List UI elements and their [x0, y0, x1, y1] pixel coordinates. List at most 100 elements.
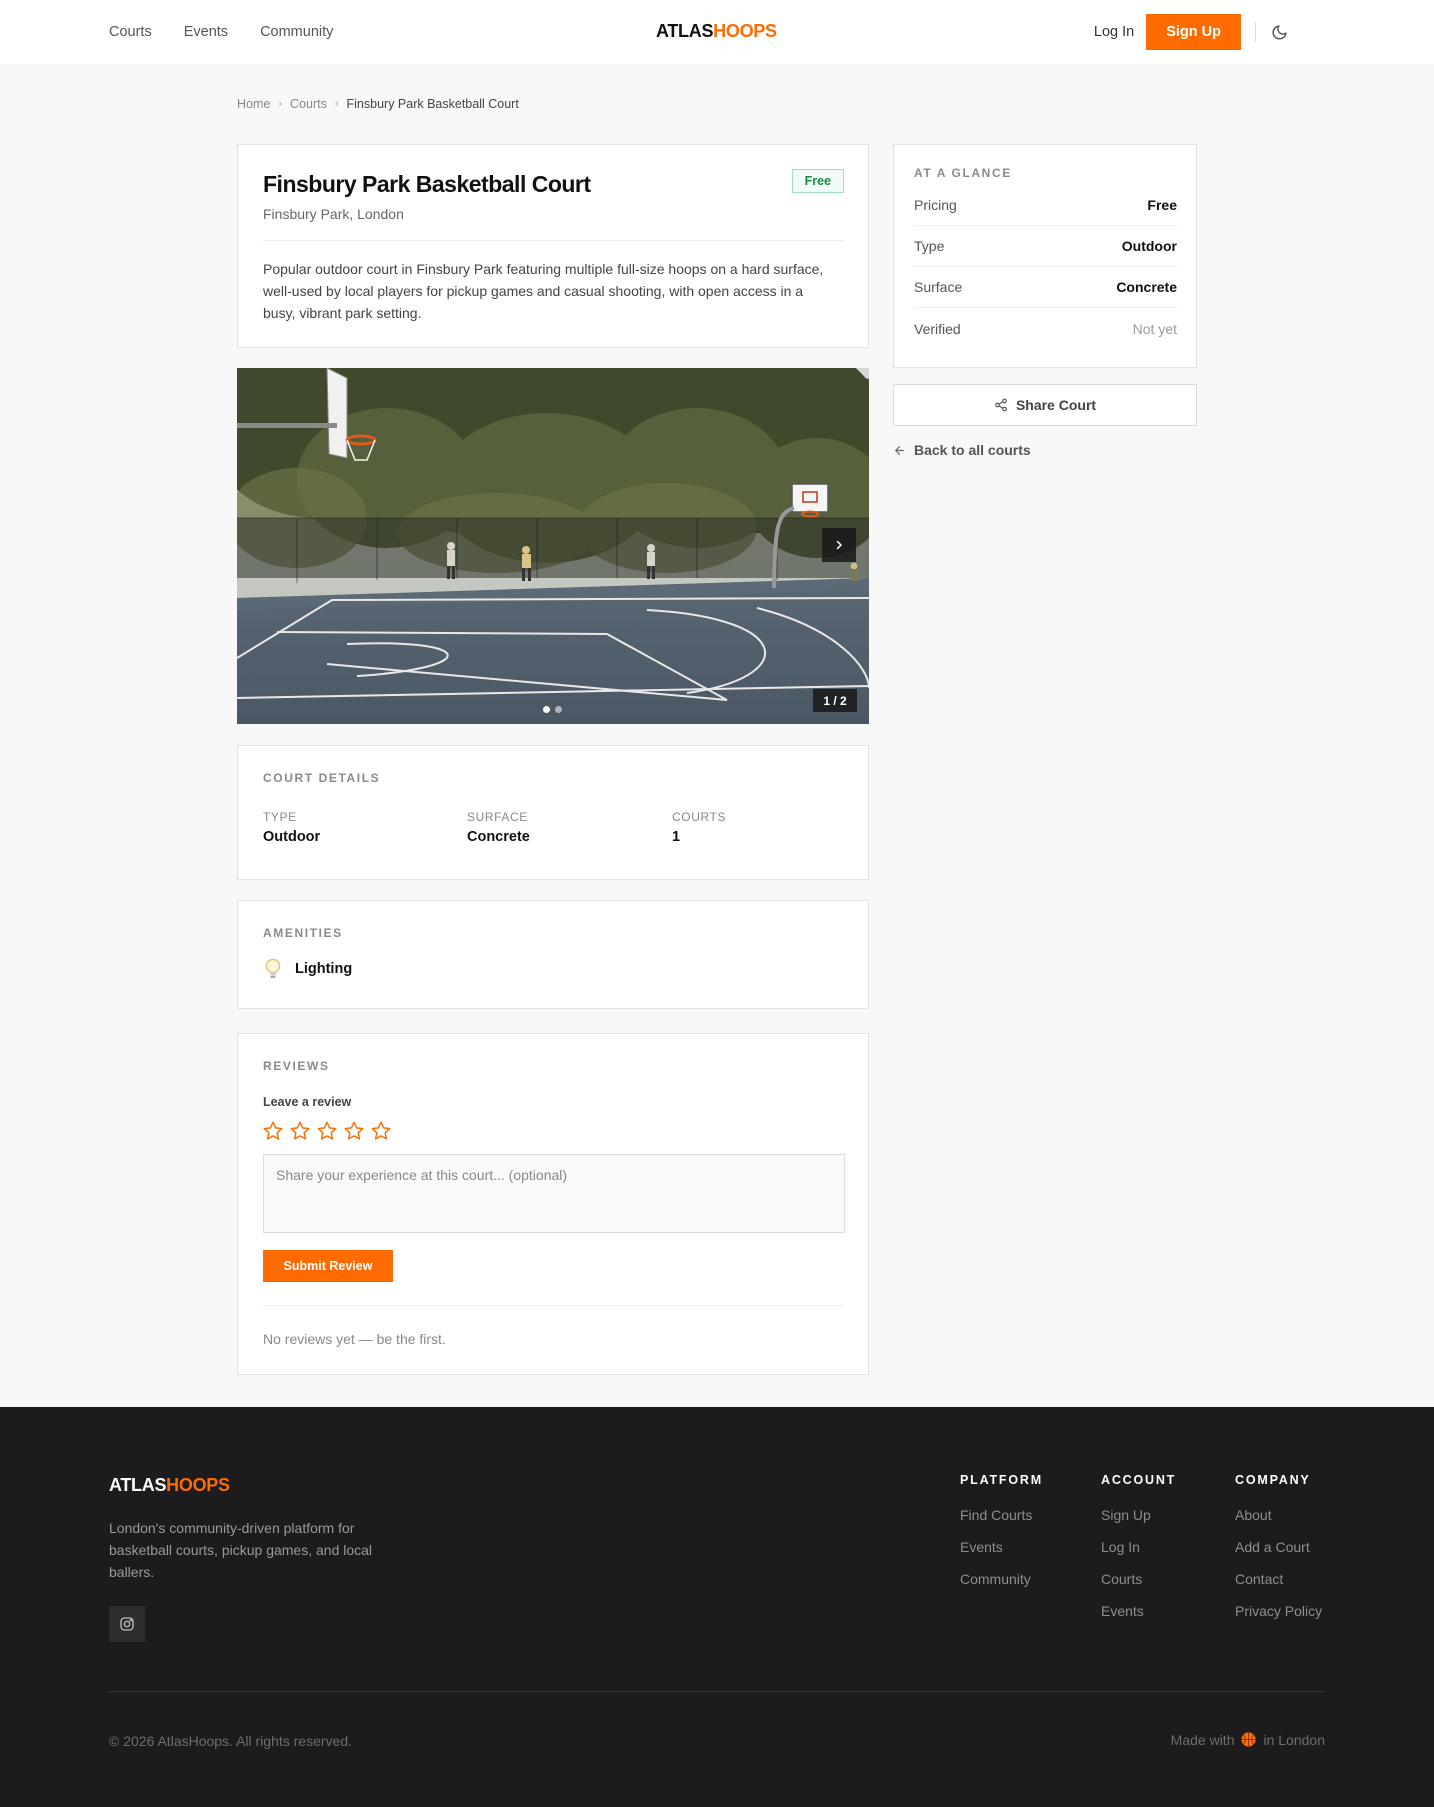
- share-court-button[interactable]: Share Court: [893, 384, 1197, 426]
- logo-text-hoops: HOOPS: [713, 21, 777, 41]
- instagram-icon[interactable]: [109, 1606, 145, 1642]
- logo-text-hoops: HOOPS: [166, 1475, 230, 1495]
- header-divider: [1255, 22, 1256, 42]
- glance-row-surface: Surface Concrete: [914, 267, 1177, 308]
- footer-link[interactable]: Courts: [1101, 1571, 1176, 1587]
- basketball-icon: [1241, 1732, 1257, 1747]
- section-title: REVIEWS: [263, 1059, 330, 1073]
- glance-key: Surface: [914, 279, 963, 295]
- submit-review-button[interactable]: Submit Review: [263, 1250, 393, 1282]
- chevron-right-icon: ›: [278, 98, 283, 110]
- glance-row-verified: Verified Not yet: [914, 308, 1177, 349]
- breadcrumb-home[interactable]: Home: [237, 97, 270, 111]
- made-in-london: Made with in London: [1171, 1731, 1325, 1748]
- star-icon-2[interactable]: [289, 1120, 311, 1142]
- chevron-right-icon: ›: [334, 98, 339, 110]
- breadcrumb-current: Finsbury Park Basketball Court: [346, 97, 519, 111]
- footer-col-company: COMPANY About Add a Court Contact Privac…: [1235, 1473, 1322, 1635]
- footer-link[interactable]: Contact: [1235, 1571, 1322, 1587]
- glance-value: Outdoor: [1121, 238, 1177, 254]
- footer-link[interactable]: Privacy Policy: [1235, 1603, 1322, 1619]
- detail-value: Outdoor: [263, 829, 321, 845]
- section-title: AT A GLANCE: [914, 166, 1012, 180]
- pricing-badge: Free: [791, 169, 844, 193]
- footer-col-title: PLATFORM: [960, 1473, 1043, 1487]
- glance-value: Concrete: [1116, 279, 1177, 295]
- back-label: Back to all courts: [914, 442, 1031, 458]
- footer-link[interactable]: Add a Court: [1235, 1539, 1322, 1555]
- footer-link[interactable]: Events: [960, 1539, 1043, 1555]
- footer-link[interactable]: Sign Up: [1101, 1507, 1176, 1523]
- logo-text-atlas: ATLAS: [109, 1475, 167, 1495]
- glance-row-pricing: Pricing Free: [914, 185, 1177, 226]
- amenity-item: Lighting: [263, 958, 352, 980]
- moon-icon[interactable]: [1270, 23, 1288, 41]
- detail-label: SURFACE: [467, 810, 528, 824]
- signup-button[interactable]: Sign Up: [1146, 14, 1241, 50]
- detail-courts: COURTS 1: [672, 810, 726, 845]
- footer-col-platform: PLATFORM Find Courts Events Community: [960, 1473, 1043, 1603]
- glance-value: Not yet: [1132, 320, 1177, 337]
- footer-link[interactable]: Events: [1101, 1603, 1176, 1619]
- no-reviews-text: No reviews yet — be the first.: [263, 1331, 446, 1347]
- footer-link[interactable]: Find Courts: [960, 1507, 1043, 1523]
- made-prefix: Made with: [1170, 1731, 1235, 1748]
- site-footer: ATLASHOOPS London's community-driven pla…: [0, 1407, 1434, 1807]
- back-to-courts-link[interactable]: Back to all courts: [893, 442, 1031, 458]
- gallery-dot-1[interactable]: [543, 706, 550, 713]
- detail-label: TYPE: [263, 810, 297, 824]
- star-icon-4[interactable]: [343, 1120, 365, 1142]
- gallery-dots: [543, 706, 562, 713]
- glance-key: Pricing: [914, 197, 957, 213]
- detail-label: COURTS: [672, 810, 727, 824]
- footer-link[interactable]: About: [1235, 1507, 1322, 1523]
- court-location: Finsbury Park, London: [263, 206, 404, 222]
- court-info-card: Finsbury Park Basketball Court Finsbury …: [237, 144, 869, 348]
- at-a-glance-card: AT A GLANCE Pricing Free Type Outdoor Su…: [893, 144, 1197, 368]
- glance-key: Verified: [914, 320, 961, 337]
- site-logo[interactable]: ATLASHOOPS: [656, 21, 777, 42]
- copyright-text: © 2026 AtlasHoops. All rights reserved.: [109, 1733, 352, 1749]
- arrow-left-icon: [895, 445, 904, 455]
- reviews-card: REVIEWS Leave a review Submit Review No …: [237, 1033, 869, 1375]
- detail-value: 1: [672, 829, 681, 845]
- star-icon-5[interactable]: [370, 1120, 392, 1142]
- chevron-right-icon: [836, 540, 842, 550]
- breadcrumb-courts[interactable]: Courts: [290, 97, 327, 111]
- amenity-label: Lighting: [295, 961, 353, 977]
- amenities-card: AMENITIES Lighting: [237, 900, 869, 1009]
- logo-text-atlas: ATLAS: [656, 21, 714, 41]
- footer-logo[interactable]: ATLASHOOPS: [109, 1475, 230, 1496]
- divider: [263, 240, 844, 241]
- footer-link[interactable]: Log In: [1101, 1539, 1176, 1555]
- detail-value: Concrete: [467, 829, 530, 845]
- gallery-dot-2[interactable]: [555, 706, 562, 713]
- footer-description: London's community-driven platform for b…: [109, 1520, 373, 1580]
- lightbulb-icon: [265, 958, 281, 978]
- court-photo: [237, 368, 869, 724]
- nav-link-events[interactable]: Events: [184, 24, 228, 40]
- page-title: Finsbury Park Basketball Court: [263, 171, 591, 197]
- glance-row-type: Type Outdoor: [914, 226, 1177, 267]
- footer-col-account: ACCOUNT Sign Up Log In Courts Events: [1101, 1473, 1176, 1635]
- detail-type: TYPE Outdoor: [263, 810, 320, 845]
- footer-link[interactable]: Community: [960, 1571, 1043, 1587]
- section-title: AMENITIES: [263, 926, 343, 940]
- login-link[interactable]: Log In: [1094, 24, 1134, 40]
- star-icon-3[interactable]: [316, 1120, 338, 1142]
- star-rating: [262, 1120, 392, 1142]
- nav-link-community[interactable]: Community: [260, 24, 333, 40]
- divider: [263, 1305, 844, 1306]
- auth-actions: Log In Sign Up: [1094, 14, 1288, 50]
- share-icon: [995, 398, 1007, 412]
- footer-divider: [109, 1691, 1325, 1692]
- nav-link-courts[interactable]: Courts: [109, 24, 152, 40]
- footer-col-title: COMPANY: [1235, 1473, 1311, 1487]
- court-description: Popular outdoor court in Finsbury Park f…: [263, 261, 824, 321]
- top-navbar: Courts Events Community ATLASHOOPS Log I…: [0, 0, 1434, 64]
- gallery-next-button[interactable]: [822, 528, 856, 562]
- gallery-counter: 1 / 2: [813, 689, 857, 712]
- review-textarea[interactable]: [263, 1154, 845, 1233]
- share-label: Share Court: [1015, 397, 1097, 413]
- star-icon-1[interactable]: [262, 1120, 284, 1142]
